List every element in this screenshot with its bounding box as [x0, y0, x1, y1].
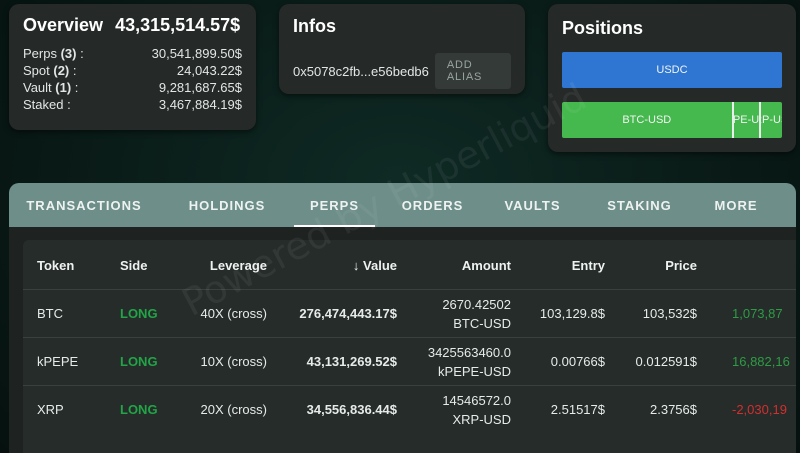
overview-row-label-text: Vault: [23, 80, 52, 95]
overview-title: Overview: [23, 15, 104, 35]
table-header-row: Token Side Leverage ↓ Value Amount Entry…: [23, 240, 796, 290]
overview-row-suffix: :: [76, 46, 84, 61]
infos-card: Infos 0x5078c2fb...e56bedb6 ADD ALIAS: [279, 4, 525, 94]
cell-token: XRP: [37, 402, 64, 417]
tab-holdings[interactable]: HOLDINGS: [176, 183, 278, 227]
table-row[interactable]: kPEPE LONG 10X (cross) 43,131,269.52$ 0.0076…: [23, 338, 796, 386]
header-side[interactable]: Side: [120, 258, 147, 273]
cell-leverage: 20X (cross): [200, 402, 267, 417]
header-leverage[interactable]: Leverage: [193, 258, 267, 273]
header-value-label: Value: [363, 258, 397, 273]
positions-card: Positions USDC BTC-USDPEPE-USDXRP-USD: [548, 4, 796, 152]
cell-amount: 14546572.0 XRP-USD: [411, 391, 511, 429]
cell-pnl: 1,073,87: [732, 306, 783, 321]
position-segment[interactable]: BTC-USD: [562, 102, 734, 138]
table-row[interactable]: XRP LONG 20X (cross) 34,556,836.44$ 2.51517$…: [23, 386, 796, 434]
cell-side: LONG: [120, 306, 158, 321]
overview-row-value: 3,467,884.19$: [158, 97, 242, 112]
tab-perps[interactable]: PERPS: [294, 183, 375, 227]
overview-row: Spot (2) : 24,043.22$: [23, 62, 242, 79]
tab-staking[interactable]: STAKING: [591, 183, 688, 227]
cell-side: LONG: [120, 402, 158, 417]
overview-total: 43,315,514.57$: [115, 15, 241, 35]
cell-price: 103,532$: [642, 306, 697, 321]
overview-row-suffix: :: [71, 80, 79, 95]
cell-entry: 0.00766$: [550, 354, 605, 369]
cell-leverage: 10X (cross): [200, 354, 267, 369]
overview-row: Perps (3) : 30,541,899.50$: [23, 45, 242, 62]
overview-row-label: Perps (3) :: [23, 45, 84, 62]
sort-down-icon: ↓: [352, 258, 360, 273]
cell-value: 276,474,443.17$: [299, 306, 397, 321]
table-row[interactable]: BTC LONG 40X (cross) 276,474,443.17$ 103,129…: [23, 290, 796, 338]
overview-row: Vault (1) : 9,281,687.65$: [23, 79, 242, 96]
wallet-address[interactable]: 0x5078c2fb...e56bedb6: [293, 64, 429, 79]
overview-card: Overview 43,315,514.57$ Perps (3) : 30,54…: [9, 4, 256, 130]
overview-row-label-text: Staked: [23, 97, 64, 112]
perps-table: Token Side Leverage ↓ Value Amount Entry…: [23, 240, 796, 453]
cell-leverage: 40X (cross): [200, 306, 267, 321]
amount-unit: kPEPE-USD: [438, 364, 511, 379]
add-alias-button[interactable]: ADD ALIAS: [434, 53, 511, 89]
header-entry[interactable]: Entry: [543, 258, 605, 273]
overview-row-value: 24,043.22$: [176, 63, 242, 78]
cell-side: LONG: [120, 354, 158, 369]
tab-vaults[interactable]: VAULTS: [490, 183, 575, 227]
amount-value: 3425563460.0: [427, 345, 511, 360]
infos-title: Infos: [293, 16, 336, 36]
cell-value: 34,556,836.44$: [306, 402, 397, 417]
amount-value: 14546572.0: [442, 393, 511, 408]
overview-row-label-text: Spot: [23, 63, 50, 78]
positions-bar-spot: USDC: [562, 52, 782, 88]
overview-row-suffix: :: [69, 63, 77, 78]
overview-row-label: Staked :: [23, 96, 71, 113]
tab-more[interactable]: MORE: [706, 183, 766, 227]
overview-row-label-text: Perps: [23, 46, 57, 61]
cell-pnl: -2,030,19: [732, 402, 787, 417]
cell-amount: 3425563460.0 kPEPE-USD: [411, 343, 511, 381]
overview-row-count: (3): [60, 46, 77, 61]
header-price[interactable]: Price: [637, 258, 697, 273]
positions-bar-perps: BTC-USDPEPE-USDXRP-USD: [562, 102, 782, 138]
header-value[interactable]: ↓ Value: [317, 258, 397, 273]
overview-row-value: 30,541,899.50$: [151, 46, 242, 61]
overview-breakdown: Perps (3) : 30,541,899.50$ Spot (2) : 24,04…: [23, 45, 242, 113]
cell-value: 43,131,269.52$: [306, 354, 397, 369]
tab-transactions[interactable]: TRANSACTIONS: [23, 183, 145, 227]
position-segment[interactable]: PEPE-USD: [733, 102, 762, 138]
tab-bar: TRANSACTIONS HOLDINGS PERPS ORDERS VAULTS STA…: [9, 183, 796, 227]
cell-price: 2.3756$: [650, 402, 697, 417]
cell-amount: 2670.42502 BTC-USD: [411, 295, 511, 333]
overview-row-suffix: :: [63, 97, 71, 112]
amount-unit: BTC-USD: [453, 316, 511, 331]
amount-value: 2670.42502: [442, 297, 511, 312]
overview-row-count: (1): [55, 80, 72, 95]
overview-row-label: Spot (2) :: [23, 62, 77, 79]
cell-token: BTC: [37, 306, 63, 321]
amount-unit: XRP-USD: [452, 412, 511, 427]
cell-price: 0.012591$: [635, 354, 697, 369]
overview-row-value: 9,281,687.65$: [158, 80, 242, 95]
header-amount[interactable]: Amount: [431, 258, 511, 273]
position-segment[interactable]: USDC: [562, 52, 782, 88]
cell-entry: 2.51517$: [550, 402, 605, 417]
main-panel: TRANSACTIONS HOLDINGS PERPS ORDERS VAULTS STA…: [9, 183, 796, 453]
overview-row-label: Vault (1) :: [23, 79, 78, 96]
header-token[interactable]: Token: [37, 258, 74, 273]
cell-pnl: 16,882,16: [732, 354, 790, 369]
overview-row: Staked : 3,467,884.19$: [23, 96, 242, 113]
overview-row-count: (2): [53, 63, 70, 78]
position-segment[interactable]: XRP-USD: [761, 102, 782, 138]
positions-title: Positions: [562, 18, 644, 38]
cell-entry: 103,129.8$: [539, 306, 605, 321]
tab-orders[interactable]: ORDERS: [391, 183, 474, 227]
cell-token: kPEPE: [37, 354, 79, 369]
